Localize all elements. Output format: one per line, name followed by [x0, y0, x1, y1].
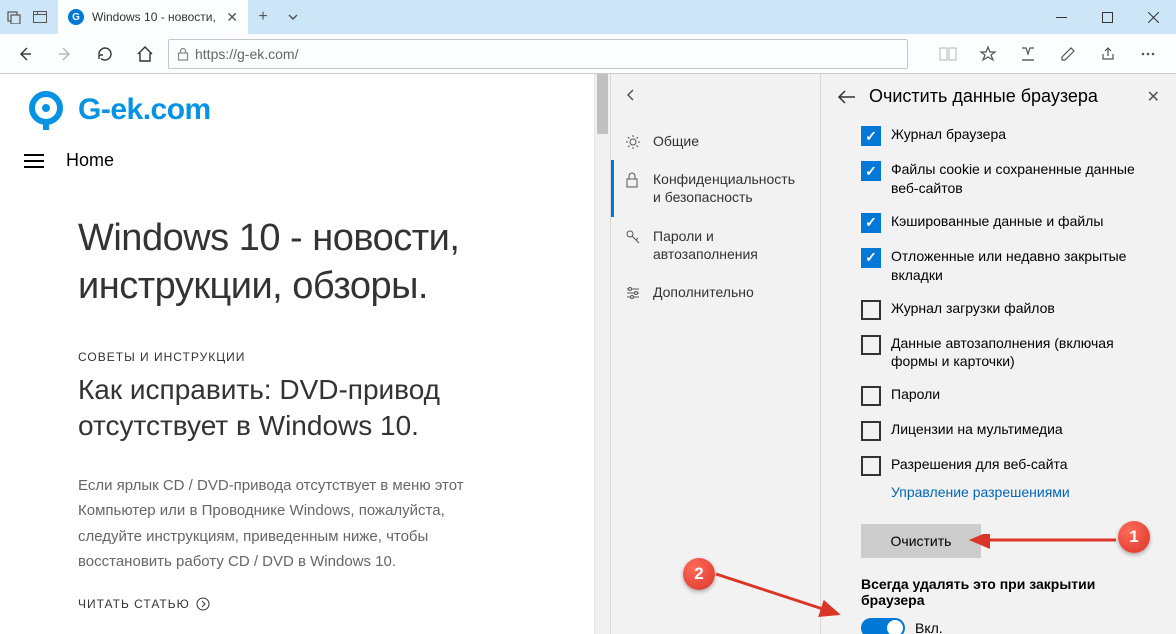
tabs-preview-icon[interactable] [32, 9, 48, 25]
key-icon [625, 229, 641, 245]
gear-icon [625, 134, 641, 150]
checkbox-row[interactable]: Журнал загрузки файлов [861, 299, 1156, 320]
panel-back-button[interactable] [837, 89, 857, 105]
hero-title: Windows 10 - новости, инструкции, обзоры… [78, 215, 504, 310]
site-logo[interactable]: G-ek.com [0, 84, 594, 140]
home-button[interactable] [128, 37, 162, 71]
checkbox-row[interactable]: Пароли [861, 385, 1156, 406]
refresh-button[interactable] [88, 37, 122, 71]
forward-button[interactable] [48, 37, 82, 71]
toggle-label: Вкл. [915, 620, 943, 634]
checkbox-icon[interactable] [861, 248, 881, 268]
settings-item-advepochs[interactable]: Дополнительно [611, 273, 820, 311]
checkbox-icon[interactable] [861, 213, 881, 233]
clear-button[interactable]: Очистить [861, 524, 981, 558]
reading-view-button[interactable] [928, 37, 968, 71]
tab-chevron-icon[interactable] [278, 0, 308, 34]
new-tab-button[interactable]: + [248, 0, 278, 34]
article-excerpt: Если ярлык CD / DVD-привода отсутствует … [0, 445, 594, 575]
checkbox-label: Журнал браузера [891, 125, 1006, 144]
titlebar-left [0, 0, 48, 34]
checkbox-label: Данные автозаполнения (включая формы и к… [891, 334, 1156, 372]
back-button[interactable] [8, 37, 42, 71]
tab-favicon-icon: G [68, 9, 84, 25]
logo-icon [24, 88, 68, 132]
window-maximize-button[interactable] [1084, 0, 1130, 34]
window-close-button[interactable] [1130, 0, 1176, 34]
arrow-right-icon [196, 597, 210, 611]
checkbox-label: Журнал загрузки файлов [891, 299, 1055, 318]
logo-text: G-ek.com [78, 93, 211, 127]
window-minimize-button[interactable] [1038, 0, 1084, 34]
always-clear-label: Всегда удалять это при закрытии браузера [861, 576, 1156, 608]
tab-close-icon[interactable]: ✕ [226, 9, 238, 26]
checkbox-icon[interactable] [861, 456, 881, 476]
checkbox-row[interactable]: Файлы cookie и сохраненные данные веб-са… [861, 160, 1156, 198]
checkbox-icon[interactable] [861, 386, 881, 406]
toggle-switch[interactable] [861, 618, 905, 634]
checkbox-row[interactable]: Отложенные или недавно закрытые вкладки [861, 247, 1156, 285]
callout-1: 1 [1118, 521, 1150, 553]
checkbox-row[interactable]: Кэшированные данные и файлы [861, 212, 1156, 233]
site-nav: Home [0, 140, 594, 187]
browser-tab[interactable]: G Windows 10 - новости, ✕ [58, 0, 248, 34]
panel-header: Очистить данные браузера ✕ [821, 74, 1176, 125]
checkbox-row[interactable]: Данные автозаполнения (включая формы и к… [861, 334, 1156, 372]
checkbox-row[interactable]: Разрешения для веб-сайта [861, 455, 1156, 476]
checkbox-label: Разрешения для веб-сайта [891, 455, 1068, 474]
favorite-button[interactable] [968, 37, 1008, 71]
callout-2: 2 [683, 558, 715, 590]
settings-item-passwords[interactable]: Пароли и автозаполнения [611, 217, 820, 273]
settings-item-label: Пароли и автозаполнения [653, 227, 806, 263]
checkbox-label: Файлы cookie и сохраненные данные веб-са… [891, 160, 1156, 198]
settings-item-label: Конфиденциальность и безопасность [653, 170, 806, 206]
lock-icon [625, 172, 641, 188]
settings-nav-panel: Общие Конфиденциальность и безопасность … [610, 74, 820, 634]
tab-title: Windows 10 - новости, [92, 10, 218, 24]
nav-home[interactable]: Home [66, 150, 114, 171]
checkbox-label: Отложенные или недавно закрытые вкладки [891, 247, 1156, 285]
checkbox-label: Пароли [891, 385, 940, 404]
address-text: https://g-ek.com/ [195, 46, 298, 62]
checkbox-icon[interactable] [861, 126, 881, 146]
toolbar: https://g-ek.com/ [0, 34, 1176, 74]
settings-item-general[interactable]: Общие [611, 122, 820, 160]
lock-icon [177, 47, 189, 61]
titlebar: G Windows 10 - новости, ✕ + [0, 0, 1176, 34]
hero-section: Windows 10 - новости, инструкции, обзоры… [0, 187, 594, 310]
sliders-icon [625, 285, 641, 301]
tabs-aside-icon[interactable] [6, 9, 22, 25]
notes-button[interactable] [1048, 37, 1088, 71]
article-category[interactable]: СОВЕТЫ И ИНСТРУКЦИИ [0, 310, 594, 364]
page-scrollbar[interactable] [594, 74, 610, 634]
always-clear-toggle-row: Вкл. [861, 618, 1156, 634]
checkbox-icon[interactable] [861, 421, 881, 441]
checkbox-icon[interactable] [861, 300, 881, 320]
checkbox-row[interactable]: Журнал браузера [861, 125, 1156, 146]
checkbox-label: Кэшированные данные и файлы [891, 212, 1103, 231]
settings-item-privacy[interactable]: Конфиденциальность и безопасность [611, 160, 820, 216]
settings-item-label: Дополнительно [653, 283, 754, 301]
panel-close-button[interactable]: ✕ [1147, 87, 1160, 107]
article-title[interactable]: Как исправить: DVD-привод отсутствует в … [0, 364, 594, 445]
permissions-link[interactable]: Управление разрешениями [891, 484, 1156, 500]
web-page: G-ek.com Home Windows 10 - новости, инст… [0, 74, 594, 634]
hamburger-icon[interactable] [24, 154, 44, 168]
favorites-list-button[interactable] [1008, 37, 1048, 71]
arrow-2 [714, 572, 844, 622]
checkbox-row[interactable]: Лицензии на мультимедиа [861, 420, 1156, 441]
checkbox-icon[interactable] [861, 161, 881, 181]
settings-back-button[interactable] [611, 74, 820, 116]
checkbox-label: Лицензии на мультимедиа [891, 420, 1063, 439]
more-button[interactable] [1128, 37, 1168, 71]
arrow-1 [968, 534, 1118, 554]
share-button[interactable] [1088, 37, 1128, 71]
read-more-link[interactable]: ЧИТАТЬ СТАТЬЮ [0, 575, 594, 611]
address-bar[interactable]: https://g-ek.com/ [168, 39, 908, 69]
settings-item-label: Общие [653, 132, 699, 150]
checkbox-icon[interactable] [861, 335, 881, 355]
panel-title: Очистить данные браузера [869, 86, 1135, 107]
